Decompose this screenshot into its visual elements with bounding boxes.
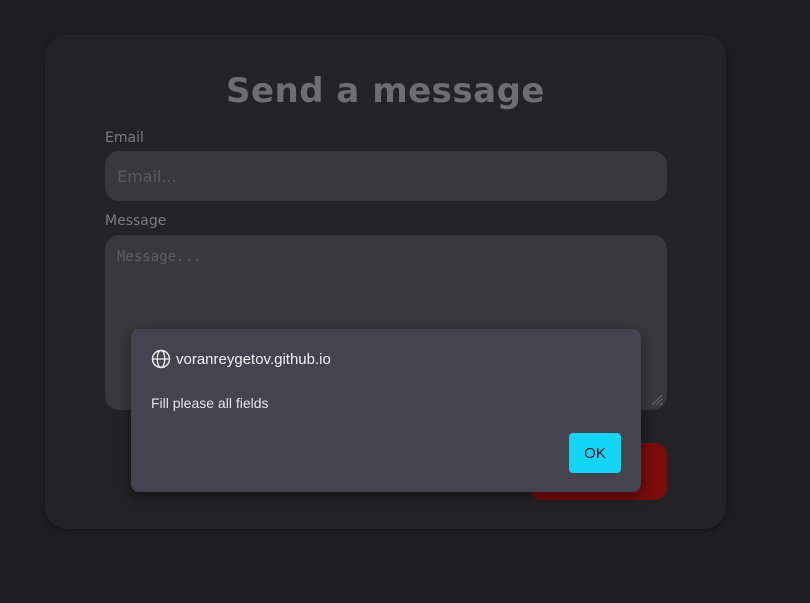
ok-button[interactable]: OK xyxy=(569,433,621,473)
email-placeholder: Email... xyxy=(117,166,177,186)
dialog-message: Fill please all fields xyxy=(151,395,269,411)
dialog-origin: voranreygetov.github.io xyxy=(151,349,331,369)
globe-icon xyxy=(151,349,171,369)
email-label: Email xyxy=(105,130,144,146)
message-label: Message xyxy=(105,213,167,229)
dialog-origin-text: voranreygetov.github.io xyxy=(176,350,331,368)
alert-dialog: voranreygetov.github.io Fill please all … xyxy=(131,329,641,492)
resize-grip-icon[interactable] xyxy=(649,392,663,406)
message-placeholder: Message... xyxy=(117,249,202,265)
email-field[interactable]: Email... xyxy=(105,151,667,201)
form-title: Send a message xyxy=(225,71,545,111)
